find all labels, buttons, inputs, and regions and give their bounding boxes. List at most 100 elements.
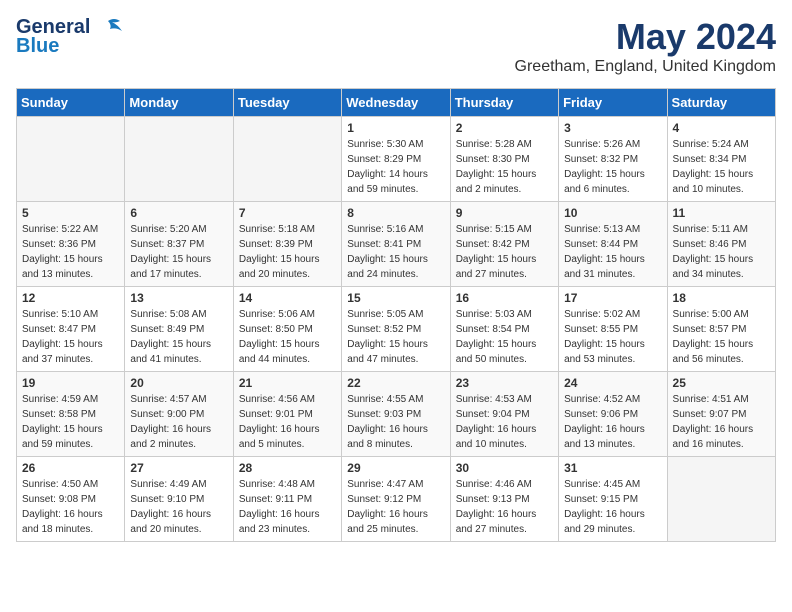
day-info: Sunrise: 5:10 AM Sunset: 8:47 PM Dayligh… xyxy=(22,307,119,367)
day-number: 1 xyxy=(347,121,444,135)
location-subtitle: Greetham, England, United Kingdom xyxy=(515,58,776,76)
day-number: 24 xyxy=(564,376,661,390)
calendar-cell: 29 Sunrise: 4:47 AM Sunset: 9:12 PM Dayli… xyxy=(342,457,450,542)
day-number: 21 xyxy=(239,376,336,390)
day-number: 15 xyxy=(347,291,444,305)
day-number: 10 xyxy=(564,206,661,220)
calendar-cell: 4Sunrise: 5:24 AM Sunset: 8:34 PM Daylig… xyxy=(667,117,775,202)
day-info: Sunrise: 4:51 AM Sunset: 9:07 PM Dayligh… xyxy=(673,392,770,452)
calendar-cell xyxy=(233,117,341,202)
calendar-header-row: SundayMondayTuesdayWednesdayThursdayFrid… xyxy=(17,89,776,117)
day-number: 23 xyxy=(456,376,553,390)
calendar-cell: 8Sunrise: 5:16 AM Sunset: 8:41 PM Daylig… xyxy=(342,202,450,287)
calendar-cell xyxy=(17,117,125,202)
day-info: Sunrise: 4:56 AM Sunset: 9:01 PM Dayligh… xyxy=(239,392,336,452)
day-info: Sunrise: 5:11 AM Sunset: 8:46 PM Dayligh… xyxy=(673,222,770,282)
calendar-cell: 14 Sunrise: 5:06 AM Sunset: 8:50 PM Dayli… xyxy=(233,287,341,372)
calendar-cell: 6 Sunrise: 5:20 AM Sunset: 8:37 PM Daylig… xyxy=(125,202,233,287)
calendar-cell: 1 Sunrise: 5:30 AM Sunset: 8:29 PM Daylig… xyxy=(342,117,450,202)
calendar-cell: 18 Sunrise: 5:00 AM Sunset: 8:57 PM Dayli… xyxy=(667,287,775,372)
calendar-table: SundayMondayTuesdayWednesdayThursdayFrid… xyxy=(16,88,776,542)
day-number: 17 xyxy=(564,291,661,305)
day-number: 5 xyxy=(22,206,119,220)
day-number: 9 xyxy=(456,206,553,220)
day-number: 3 xyxy=(564,121,661,135)
day-info: Sunrise: 4:49 AM Sunset: 9:10 PM Dayligh… xyxy=(130,477,227,537)
column-header-tuesday: Tuesday xyxy=(233,89,341,117)
day-info: Sunrise: 5:24 AM Sunset: 8:34 PM Dayligh… xyxy=(673,137,770,197)
day-info: Sunrise: 5:15 AM Sunset: 8:42 PM Dayligh… xyxy=(456,222,553,282)
column-header-saturday: Saturday xyxy=(667,89,775,117)
calendar-cell: 31 Sunrise: 4:45 AM Sunset: 9:15 PM Dayli… xyxy=(559,457,667,542)
day-info: Sunrise: 4:48 AM Sunset: 9:11 PM Dayligh… xyxy=(239,477,336,537)
calendar-cell: 24 Sunrise: 4:52 AM Sunset: 9:06 PM Dayli… xyxy=(559,372,667,457)
day-number: 11 xyxy=(673,206,770,220)
day-number: 27 xyxy=(130,461,227,475)
day-number: 31 xyxy=(564,461,661,475)
calendar-cell: 11 Sunrise: 5:11 AM Sunset: 8:46 PM Dayli… xyxy=(667,202,775,287)
day-number: 25 xyxy=(673,376,770,390)
calendar-cell: 15 Sunrise: 5:05 AM Sunset: 8:52 PM Dayli… xyxy=(342,287,450,372)
calendar-cell: 7 Sunrise: 5:18 AM Sunset: 8:39 PM Daylig… xyxy=(233,202,341,287)
day-number: 8 xyxy=(347,206,444,220)
column-header-sunday: Sunday xyxy=(17,89,125,117)
day-info: Sunrise: 5:02 AM Sunset: 8:55 PM Dayligh… xyxy=(564,307,661,367)
day-info: Sunrise: 5:06 AM Sunset: 8:50 PM Dayligh… xyxy=(239,307,336,367)
calendar-week-row: 26Sunrise: 4:50 AM Sunset: 9:08 PM Dayli… xyxy=(17,457,776,542)
page-header: General Blue May 2024 Greetham, England,… xyxy=(16,16,776,76)
day-info: Sunrise: 5:05 AM Sunset: 8:52 PM Dayligh… xyxy=(347,307,444,367)
calendar-cell: 17 Sunrise: 5:02 AM Sunset: 8:55 PM Dayli… xyxy=(559,287,667,372)
calendar-cell: 22 Sunrise: 4:55 AM Sunset: 9:03 PM Dayli… xyxy=(342,372,450,457)
calendar-week-row: 5Sunrise: 5:22 AM Sunset: 8:36 PM Daylig… xyxy=(17,202,776,287)
calendar-cell: 21 Sunrise: 4:56 AM Sunset: 9:01 PM Dayli… xyxy=(233,372,341,457)
day-number: 18 xyxy=(673,291,770,305)
day-number: 14 xyxy=(239,291,336,305)
day-info: Sunrise: 5:30 AM Sunset: 8:29 PM Dayligh… xyxy=(347,137,444,197)
column-header-thursday: Thursday xyxy=(450,89,558,117)
calendar-cell: 9 Sunrise: 5:15 AM Sunset: 8:42 PM Daylig… xyxy=(450,202,558,287)
day-info: Sunrise: 4:45 AM Sunset: 9:15 PM Dayligh… xyxy=(564,477,661,537)
day-info: Sunrise: 4:52 AM Sunset: 9:06 PM Dayligh… xyxy=(564,392,661,452)
day-number: 30 xyxy=(456,461,553,475)
day-info: Sunrise: 5:13 AM Sunset: 8:44 PM Dayligh… xyxy=(564,222,661,282)
calendar-cell: 26Sunrise: 4:50 AM Sunset: 9:08 PM Dayli… xyxy=(17,457,125,542)
day-number: 12 xyxy=(22,291,119,305)
day-info: Sunrise: 5:08 AM Sunset: 8:49 PM Dayligh… xyxy=(130,307,227,367)
logo-bird-icon xyxy=(98,17,124,39)
calendar-cell: 25 Sunrise: 4:51 AM Sunset: 9:07 PM Dayli… xyxy=(667,372,775,457)
calendar-cell: 30 Sunrise: 4:46 AM Sunset: 9:13 PM Dayli… xyxy=(450,457,558,542)
calendar-cell: 5Sunrise: 5:22 AM Sunset: 8:36 PM Daylig… xyxy=(17,202,125,287)
day-number: 22 xyxy=(347,376,444,390)
calendar-week-row: 12 Sunrise: 5:10 AM Sunset: 8:47 PM Dayli… xyxy=(17,287,776,372)
day-info: Sunrise: 5:20 AM Sunset: 8:37 PM Dayligh… xyxy=(130,222,227,282)
day-info: Sunrise: 5:26 AM Sunset: 8:32 PM Dayligh… xyxy=(564,137,661,197)
day-info: Sunrise: 4:50 AM Sunset: 9:08 PM Dayligh… xyxy=(22,477,119,537)
day-info: Sunrise: 4:53 AM Sunset: 9:04 PM Dayligh… xyxy=(456,392,553,452)
calendar-cell: 16Sunrise: 5:03 AM Sunset: 8:54 PM Dayli… xyxy=(450,287,558,372)
calendar-cell: 3 Sunrise: 5:26 AM Sunset: 8:32 PM Daylig… xyxy=(559,117,667,202)
calendar-cell: 12 Sunrise: 5:10 AM Sunset: 8:47 PM Dayli… xyxy=(17,287,125,372)
calendar-cell: 27 Sunrise: 4:49 AM Sunset: 9:10 PM Dayli… xyxy=(125,457,233,542)
logo: General Blue xyxy=(16,16,124,57)
calendar-cell xyxy=(667,457,775,542)
day-number: 19 xyxy=(22,376,119,390)
day-info: Sunrise: 4:55 AM Sunset: 9:03 PM Dayligh… xyxy=(347,392,444,452)
day-info: Sunrise: 4:59 AM Sunset: 8:58 PM Dayligh… xyxy=(22,392,119,452)
day-number: 20 xyxy=(130,376,227,390)
calendar-cell xyxy=(125,117,233,202)
day-info: Sunrise: 5:18 AM Sunset: 8:39 PM Dayligh… xyxy=(239,222,336,282)
calendar-week-row: 1 Sunrise: 5:30 AM Sunset: 8:29 PM Daylig… xyxy=(17,117,776,202)
day-info: Sunrise: 4:47 AM Sunset: 9:12 PM Dayligh… xyxy=(347,477,444,537)
title-block: May 2024 Greetham, England, United Kingd… xyxy=(515,16,776,76)
day-info: Sunrise: 4:46 AM Sunset: 9:13 PM Dayligh… xyxy=(456,477,553,537)
day-number: 6 xyxy=(130,206,227,220)
column-header-wednesday: Wednesday xyxy=(342,89,450,117)
calendar-cell: 2Sunrise: 5:28 AM Sunset: 8:30 PM Daylig… xyxy=(450,117,558,202)
day-info: Sunrise: 4:57 AM Sunset: 9:00 PM Dayligh… xyxy=(130,392,227,452)
day-info: Sunrise: 5:00 AM Sunset: 8:57 PM Dayligh… xyxy=(673,307,770,367)
calendar-cell: 28Sunrise: 4:48 AM Sunset: 9:11 PM Dayli… xyxy=(233,457,341,542)
column-header-monday: Monday xyxy=(125,89,233,117)
day-number: 29 xyxy=(347,461,444,475)
day-number: 2 xyxy=(456,121,553,135)
day-number: 7 xyxy=(239,206,336,220)
